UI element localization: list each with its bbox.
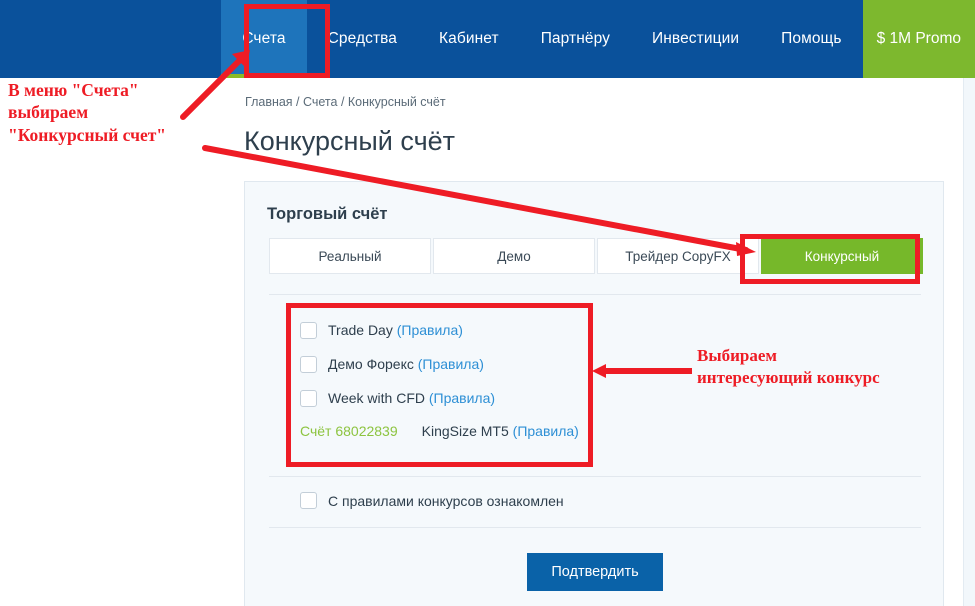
- tab-label: Трейдер CopyFX: [625, 248, 731, 264]
- right-rail: [963, 78, 975, 606]
- tab-real[interactable]: Реальный: [269, 238, 431, 274]
- page-root: Счета Средства Кабинет Партнёру Инвестиц…: [0, 0, 975, 606]
- tab-demo[interactable]: Демо: [433, 238, 595, 274]
- nav-item-investments[interactable]: Инвестиции: [631, 0, 760, 78]
- nav-item-label: Средства: [327, 30, 398, 47]
- highlight-box-contest-options: [286, 303, 593, 467]
- confirm-button[interactable]: Подтвердить: [527, 553, 663, 591]
- tab-label: Реальный: [318, 248, 382, 264]
- page-title: Конкурсный счёт: [244, 126, 456, 156]
- divider-top: [269, 294, 921, 295]
- nav-item-label: Кабинет: [439, 30, 499, 47]
- breadcrumb[interactable]: Главная / Счета / Конкурсный счёт: [245, 95, 446, 109]
- tab-copyfx-trader[interactable]: Трейдер CopyFX: [597, 238, 759, 274]
- divider-mid: [269, 476, 921, 477]
- nav-item-partner[interactable]: Партнёру: [520, 0, 631, 78]
- agreement-row[interactable]: С правилами конкурсов ознакомлен: [300, 492, 564, 509]
- nav-item-cabinet[interactable]: Кабинет: [418, 0, 520, 78]
- nav-item-label: Помощь: [781, 30, 842, 47]
- agreement-label: С правилами конкурсов ознакомлен: [328, 492, 564, 509]
- card-title: Торговый счёт: [267, 205, 388, 223]
- nav-item-help[interactable]: Помощь: [760, 0, 862, 78]
- nav-item-label: Инвестиции: [652, 30, 740, 47]
- checkbox-rules-agreement[interactable]: [300, 492, 317, 509]
- top-navigation-bar: Счета Средства Кабинет Партнёру Инвестиц…: [0, 0, 975, 78]
- divider-bottom: [269, 527, 921, 528]
- annotation-contest-note: Выбираем интересующий конкурс: [697, 346, 880, 387]
- tab-label: Демо: [497, 248, 531, 264]
- nav-item-label: Партнёру: [540, 30, 611, 47]
- highlight-box-nav-accounts: [244, 4, 330, 78]
- submit-row: Подтвердить: [245, 553, 945, 591]
- annotation-menu-note: В меню "Счета" выбираем "Конкурсный счет…: [8, 80, 167, 145]
- highlight-box-contest-tab: [740, 234, 920, 284]
- promo-label: $ 1M Promo: [876, 30, 961, 47]
- promo-button[interactable]: $ 1M Promo: [862, 0, 975, 78]
